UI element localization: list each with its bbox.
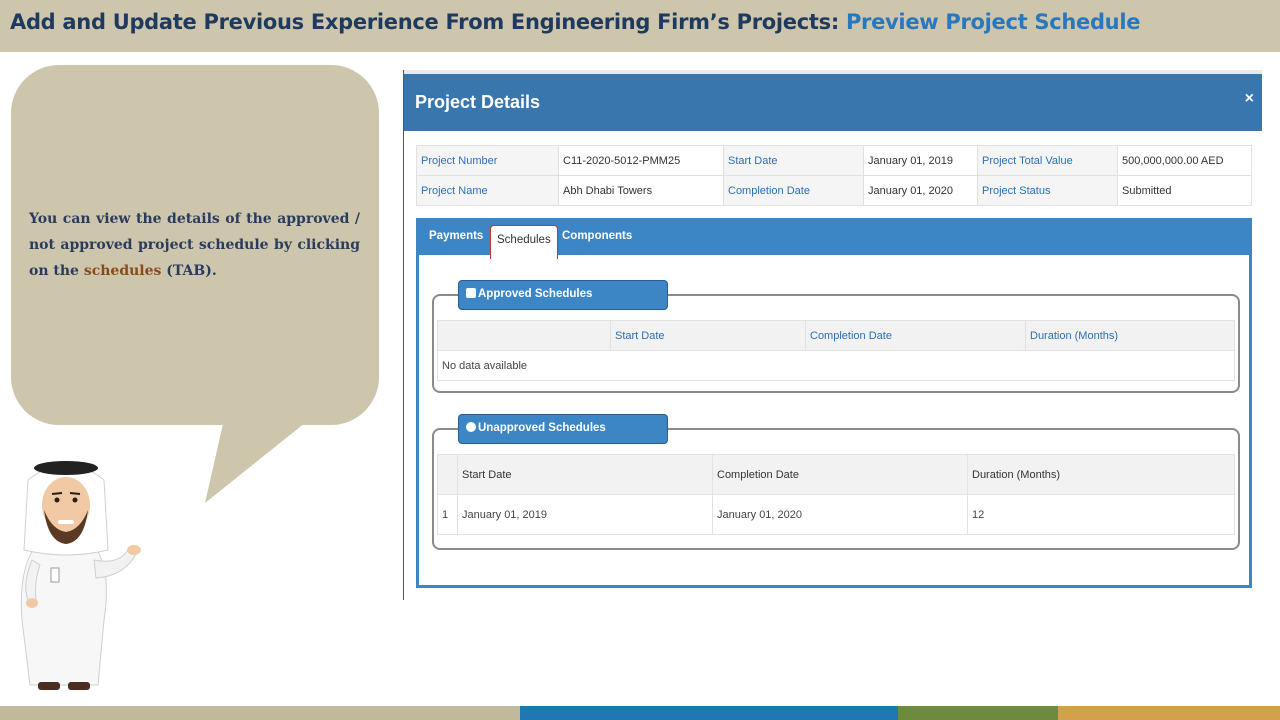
checkbox-icon xyxy=(466,288,476,298)
tab-schedules[interactable]: Schedules xyxy=(490,225,558,259)
instruction-highlight: schedules xyxy=(83,263,162,279)
unapproved-schedules-table: Start Date Completion Date Duration (Mon… xyxy=(437,454,1235,535)
app-screenshot: Project Details × Project Number C11-202… xyxy=(403,70,1262,600)
slide-title-accent: Preview Project Schedule xyxy=(845,10,1141,34)
project-status-value: Submitted xyxy=(1117,175,1252,206)
unapproved-schedules-section: Unapproved Schedules Start Date Completi… xyxy=(432,414,1240,550)
column-header-index xyxy=(437,454,458,495)
guide-character-illustration xyxy=(20,461,141,690)
project-status-label: Project Status xyxy=(977,175,1118,206)
empty-message: No data available xyxy=(437,350,1235,381)
project-number-label: Project Number xyxy=(416,145,559,176)
row-duration: 12 xyxy=(967,494,1235,535)
unapproved-schedules-toggle[interactable]: Unapproved Schedules xyxy=(458,414,668,444)
row-start-date: January 01, 2019 xyxy=(457,494,713,535)
total-value-label: Project Total Value xyxy=(977,145,1118,176)
minus-circle-icon xyxy=(466,422,476,432)
footer-bar-segment xyxy=(898,706,1058,720)
tab-panel: Payments Schedules Components Approved S… xyxy=(416,218,1252,588)
row-completion-date: January 01, 2020 xyxy=(712,494,968,535)
close-icon[interactable]: × xyxy=(1245,90,1254,108)
row-index: 1 xyxy=(437,494,458,535)
info-row: Project Number C11-2020-5012-PMM25 Start… xyxy=(416,145,1252,176)
completion-date-label: Completion Date xyxy=(723,175,864,206)
modal-header: Project Details × xyxy=(404,74,1262,131)
footer-bar-segment xyxy=(0,706,520,720)
total-value-value: 500,000,000.00 AED xyxy=(1117,145,1252,176)
instruction-text-end: (TAB). xyxy=(161,263,217,279)
project-name-label: Project Name xyxy=(416,175,559,206)
column-header-index xyxy=(437,320,611,351)
project-info-table: Project Number C11-2020-5012-PMM25 Start… xyxy=(416,145,1252,206)
table-header-row: Start Date Completion Date Duration (Mon… xyxy=(437,320,1235,351)
project-number-value: C11-2020-5012-PMM25 xyxy=(558,145,724,176)
completion-date-value: January 01, 2020 xyxy=(863,175,978,206)
table-row: No data available xyxy=(437,350,1235,381)
column-header-duration[interactable]: Duration (Months) xyxy=(1025,320,1235,351)
column-header-completion-date[interactable]: Completion Date xyxy=(805,320,1026,351)
approved-schedules-table: Start Date Completion Date Duration (Mon… xyxy=(437,320,1235,381)
project-details-modal: Project Details × Project Number C11-202… xyxy=(404,74,1262,600)
approved-schedules-legend: Approved Schedules xyxy=(478,288,593,300)
unapproved-schedules-legend: Unapproved Schedules xyxy=(478,422,606,434)
column-header-duration[interactable]: Duration (Months) xyxy=(967,454,1235,495)
footer-bar-segment xyxy=(520,706,898,720)
column-header-completion-date[interactable]: Completion Date xyxy=(712,454,968,495)
start-date-value: January 01, 2019 xyxy=(863,145,978,176)
tab-payments[interactable]: Payments xyxy=(429,230,483,242)
modal-title: Project Details xyxy=(415,92,541,112)
footer-bar-segment xyxy=(1058,706,1280,720)
column-header-start-date[interactable]: Start Date xyxy=(457,454,713,495)
tab-strip: Payments Schedules Components xyxy=(419,221,1249,259)
start-date-label: Start Date xyxy=(723,145,864,176)
table-header-row: Start Date Completion Date Duration (Mon… xyxy=(437,454,1235,495)
approved-schedules-section: Approved Schedules Start Date Completion… xyxy=(432,280,1240,393)
info-row: Project Name Abh Dhabi Towers Completion… xyxy=(416,175,1252,206)
instruction-text: You can view the details of the approved… xyxy=(29,206,360,284)
table-row: 1 January 01, 2019 January 01, 2020 12 xyxy=(437,494,1235,535)
approved-schedules-toggle[interactable]: Approved Schedules xyxy=(458,280,668,310)
project-name-value: Abh Dhabi Towers xyxy=(558,175,724,206)
tab-components[interactable]: Components xyxy=(562,230,632,242)
column-header-start-date[interactable]: Start Date xyxy=(610,320,806,351)
